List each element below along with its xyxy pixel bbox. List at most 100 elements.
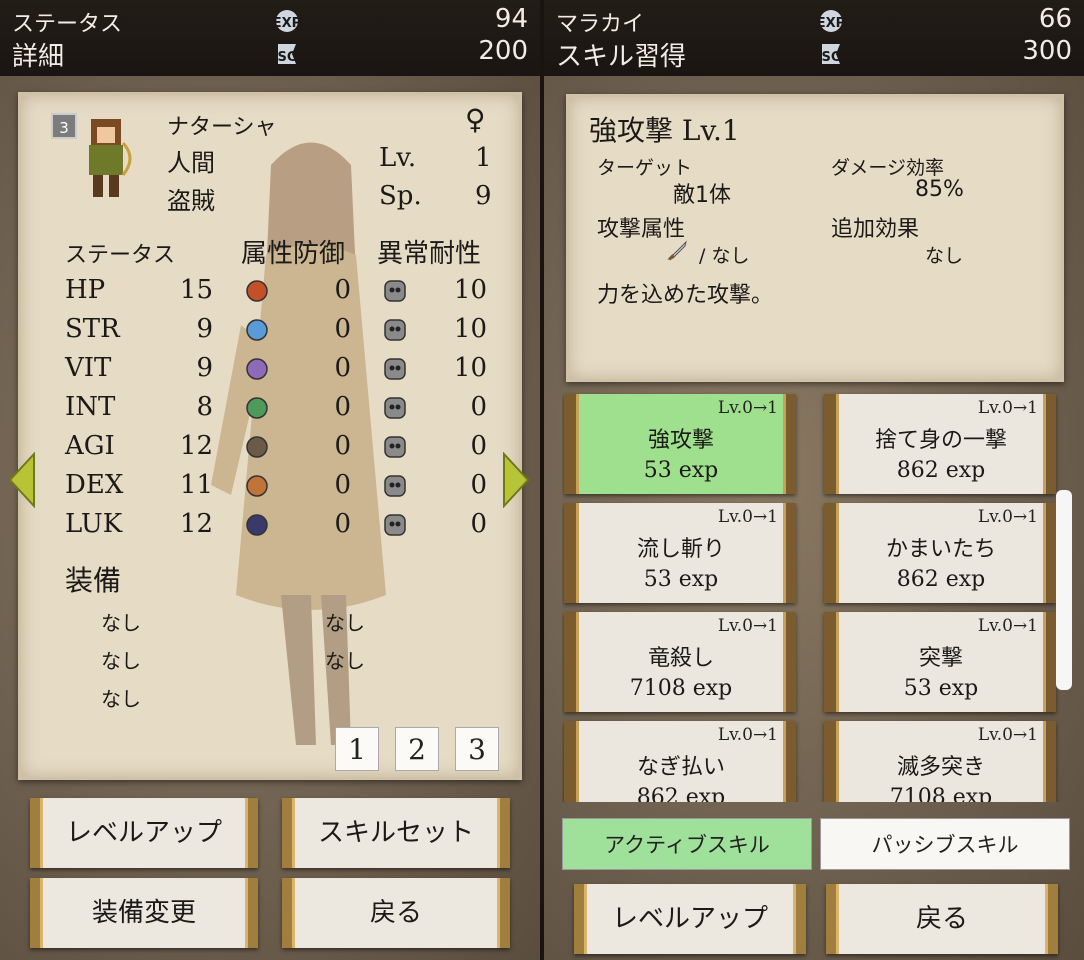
skill-exp-cost: 862 exp <box>896 458 986 483</box>
skill-card[interactable]: Lv.0→1 なぎ払い 862 exp <box>564 721 796 802</box>
skill-name: なぎ払い <box>636 755 725 780</box>
change-equipment-button[interactable]: 装備変更 <box>30 878 258 948</box>
character-race: 人間 <box>167 149 215 177</box>
stat-name: STR <box>65 314 120 344</box>
confuse-icon <box>384 397 406 419</box>
damage-efficiency-value: 85% <box>915 177 964 202</box>
skill-name: 流し斬り <box>636 537 725 562</box>
damage-efficiency-label: ダメージ効率 <box>831 157 945 179</box>
skill-name: 強攻撃 <box>647 428 714 453</box>
skill-card[interactable]: Lv.0→1 強攻撃 53 exp <box>564 394 796 494</box>
paralysis-icon <box>384 319 406 341</box>
level-up-button[interactable]: レベルアップ <box>30 798 258 868</box>
sc-value: 200 <box>478 36 528 66</box>
screen-subtitle: 詳細 <box>12 42 65 72</box>
skill-name: 竜殺し <box>647 646 714 671</box>
sp-value: 9 <box>475 181 492 211</box>
level-up-label: レベルアップ <box>65 818 222 848</box>
poison-skull-icon <box>384 280 406 302</box>
skill-title: 強攻撃 Lv.1 <box>589 114 740 147</box>
status-panel: 3 ナターシャ ♀ 人間 盗賊 Lv. 1 Sp. 9 ステータス 属性防御 異… <box>18 92 522 780</box>
back-button[interactable]: 戻る <box>826 884 1058 954</box>
element-defense-value: 0 <box>334 431 351 461</box>
page-button-1[interactable]: 1 <box>335 727 379 771</box>
exp-icon: EXP <box>273 10 301 32</box>
equip-slot[interactable]: なし <box>101 683 141 712</box>
skill-set-button[interactable]: スキルセット <box>282 798 510 868</box>
attack-attribute-value: / なし <box>699 245 750 267</box>
skill-description: 力を込めた攻撃。 <box>597 283 774 308</box>
skill-list[interactable]: Lv.0→1 強攻撃 53 exp Lv.0→1 捨て身の一撃 862 exp Lv.0→1… <box>562 392 1062 802</box>
skill-exp-cost: 7108 exp <box>629 676 733 701</box>
tab-passive-skills[interactable]: パッシブスキル <box>820 818 1070 870</box>
ailment-resist-value: 0 <box>470 431 487 461</box>
tab-active-skills[interactable]: アクティブスキル <box>562 818 812 870</box>
ailment-resist-value: 10 <box>453 275 487 305</box>
light-icon <box>246 475 268 497</box>
target-value: 敵1体 <box>673 183 731 208</box>
skill-level-change: Lv.0→1 <box>717 616 778 636</box>
exp-icon: EXP <box>817 10 845 32</box>
sp-label: Sp. <box>379 181 422 211</box>
skill-level-change: Lv.0→1 <box>717 725 778 745</box>
back-button[interactable]: 戻る <box>282 878 510 948</box>
skill-list-scrollbar[interactable] <box>1056 490 1072 690</box>
sc-icon: SC <box>278 44 296 65</box>
equipment-heading: 装備 <box>65 564 122 597</box>
skill-card[interactable]: Lv.0→1 捨て身の一撃 862 exp <box>824 394 1056 494</box>
skill-name: 突撃 <box>918 646 963 671</box>
stat-value: 15 <box>179 275 213 305</box>
equip-slot[interactable]: なし <box>325 645 365 674</box>
sc-value: 300 <box>1022 36 1072 66</box>
page-button-2[interactable]: 2 <box>395 727 439 771</box>
element-defense-value: 0 <box>334 470 351 500</box>
skill-level-change: Lv.0→1 <box>977 616 1038 636</box>
equip-slot[interactable]: なし <box>101 607 141 636</box>
next-character-arrow-icon[interactable] <box>502 452 530 508</box>
skill-exp-cost: 862 exp <box>896 567 986 592</box>
svg-text:EXP: EXP <box>817 16 845 31</box>
element-defense-heading: 属性防御 <box>241 239 346 269</box>
skill-name: 捨て身の一撃 <box>874 428 1007 453</box>
death-icon <box>384 514 406 536</box>
skill-set-label: スキルセット <box>317 818 474 848</box>
stat-name: HP <box>65 275 106 305</box>
skill-exp-cost: 862 exp <box>636 785 726 802</box>
skill-card[interactable]: Lv.0→1 かまいたち 862 exp <box>824 503 1056 603</box>
skill-card[interactable]: Lv.0→1 竜殺し 7108 exp <box>564 612 796 712</box>
ice-icon <box>246 319 268 341</box>
level-up-button[interactable]: レベルアップ <box>574 884 806 954</box>
stat-value: 12 <box>179 431 213 461</box>
ailment-resist-value: 0 <box>470 470 487 500</box>
change-equipment-label: 装備変更 <box>91 898 196 928</box>
stat-value: 11 <box>179 470 213 500</box>
ailment-resist-value: 0 <box>470 509 487 539</box>
element-defense-value: 0 <box>334 392 351 422</box>
element-defense-value: 0 <box>334 353 351 383</box>
level-label: Lv. <box>379 143 417 173</box>
skill-card[interactable]: Lv.0→1 突撃 53 exp <box>824 612 1056 712</box>
skill-level-change: Lv.0→1 <box>717 507 778 527</box>
exp-value: 94 <box>494 4 528 34</box>
svg-text:SC: SC <box>822 50 841 65</box>
sword-icon <box>667 240 687 261</box>
skill-card[interactable]: Lv.0→1 流し斬り 53 exp <box>564 503 796 603</box>
skill-name: 滅多突き <box>896 755 985 780</box>
skill-level-change: Lv.0→1 <box>717 398 778 418</box>
ailment-resist-value: 0 <box>470 392 487 422</box>
element-defense-value: 0 <box>334 314 351 344</box>
screen-title: スキル習得 <box>556 42 687 72</box>
page-button-3[interactable]: 3 <box>455 727 499 771</box>
ailment-resist-value: 10 <box>453 353 487 383</box>
prev-character-arrow-icon[interactable] <box>8 452 36 508</box>
level-up-label: レベルアップ <box>611 904 768 934</box>
skill-card[interactable]: Lv.0→1 滅多突き 7108 exp <box>824 721 1056 802</box>
stat-value: 12 <box>179 509 213 539</box>
target-label: ターゲット <box>597 157 693 179</box>
equip-slot[interactable]: なし <box>325 607 365 636</box>
blind-icon <box>384 436 406 458</box>
skill-learn-screen: マラカイ スキル習得 EXP SC 66 300 強攻撃 Lv.1 ターゲット … <box>544 0 1084 960</box>
sleep-icon <box>384 358 406 380</box>
equip-slot[interactable]: なし <box>101 645 141 674</box>
gender-symbol: ♀ <box>465 103 486 136</box>
